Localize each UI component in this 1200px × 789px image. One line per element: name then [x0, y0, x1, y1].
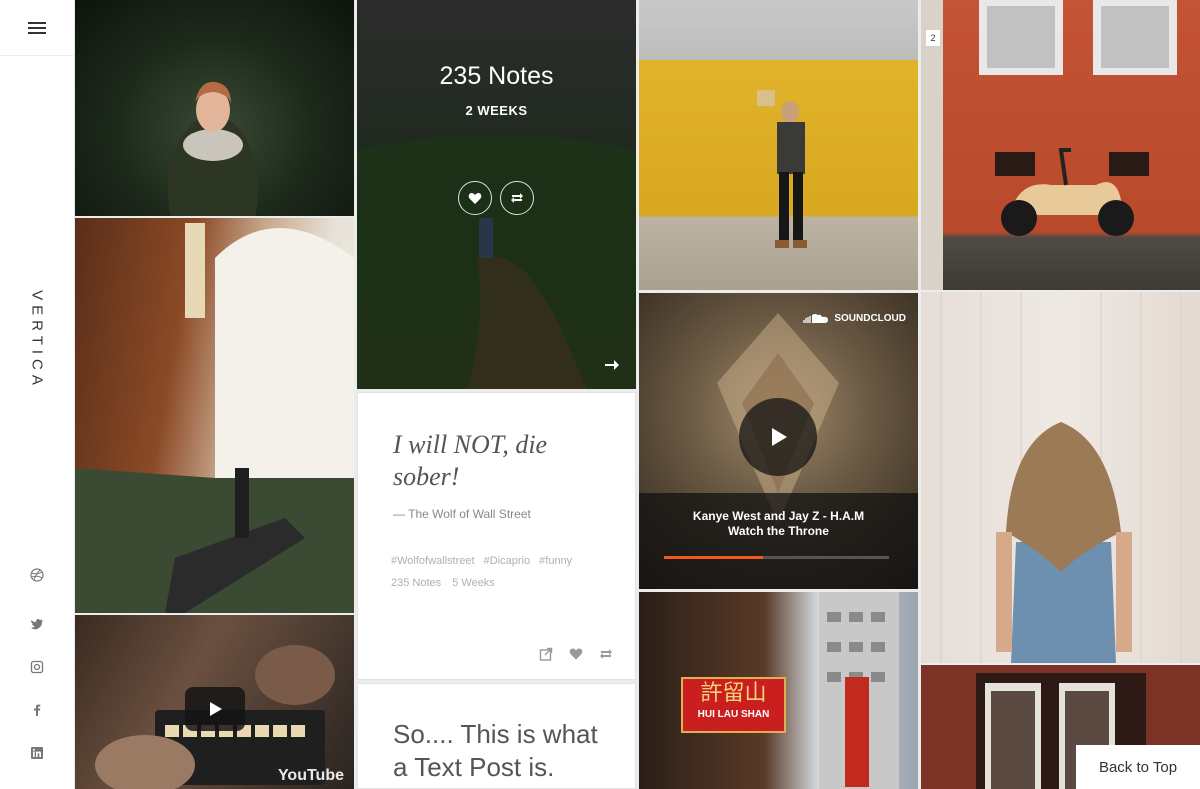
track-progress-bar[interactable]	[664, 556, 889, 559]
reblog-button[interactable]	[500, 181, 534, 215]
hall-photo	[75, 223, 354, 613]
shop-sign-english: HUI LAU SHAN	[697, 709, 770, 720]
scarf-person-photo	[940, 292, 1182, 663]
photo-tile-hall[interactable]	[75, 218, 354, 613]
shop-sign-chinese: 許留山	[700, 681, 767, 706]
soundcloud-brand: SOUNDCLOUD	[803, 313, 906, 324]
track-progress-fill	[664, 556, 763, 559]
post-actions	[539, 647, 613, 661]
shop-sign: 許留山 HUI LAU SHAN	[681, 677, 786, 733]
like-button[interactable]	[458, 181, 492, 215]
facebook-icon[interactable]	[0, 703, 74, 717]
track-name: Kanye West and Jay Z - H.A.M	[692, 509, 865, 523]
hamburger-icon	[28, 21, 46, 35]
photo-tile-portrait[interactable]	[75, 0, 354, 216]
instagram-icon[interactable]	[0, 660, 74, 674]
quote-source: — The Wolf of Wall Street	[393, 507, 531, 521]
photo-tile-scarf[interactable]	[921, 292, 1200, 663]
arrow-right-icon[interactable]	[604, 357, 620, 373]
text-post: So.... This is what a Text Post is.	[357, 683, 636, 789]
quote-text: I will NOT, die sober!	[393, 430, 548, 491]
post-age-link[interactable]: 5 Weeks	[452, 577, 495, 589]
track-title: Kanye West and Jay Z - H.A.M Watch the T…	[639, 509, 918, 539]
tag-link[interactable]: #Wolfofwallstreet	[391, 555, 475, 567]
tag-link[interactable]: #Dicaprio	[484, 555, 530, 567]
photo-tile-scooter[interactable]: 2	[921, 0, 1200, 290]
linkedin-icon[interactable]	[0, 746, 74, 760]
youtube-logo: YouTube	[277, 767, 344, 784]
site-logo[interactable]: VERTICA	[29, 290, 46, 390]
heart-icon[interactable]	[569, 647, 583, 661]
video-play-button[interactable]	[185, 687, 245, 731]
photo-tile-notes[interactable]: 235 Notes 2 WEEKS	[357, 0, 636, 389]
notes-link[interactable]: 235 Notes	[391, 577, 441, 589]
post-meta: 235 Notes 5 Weeks	[391, 577, 503, 589]
sidebar: VERTICA	[0, 0, 75, 789]
track-album: Watch the Throne	[728, 524, 829, 538]
soundcloud-play-button[interactable]	[739, 398, 817, 476]
photo-tile-yellow-wall[interactable]	[639, 0, 918, 290]
man-yellow-wall-photo	[757, 90, 807, 248]
heart-icon	[468, 192, 482, 204]
play-icon	[210, 702, 222, 716]
house-number: 2	[930, 33, 936, 43]
play-icon	[772, 428, 787, 446]
forest-trail-photo	[357, 135, 636, 389]
text-post-body: So.... This is what a Text Post is.	[393, 719, 598, 782]
twitter-icon[interactable]	[0, 617, 74, 631]
scooter-photo	[921, 0, 1177, 290]
video-tile[interactable]: YouTube	[75, 615, 354, 789]
notes-count: 235 Notes	[439, 62, 554, 90]
back-to-top-button[interactable]: Back to Top	[1076, 745, 1200, 789]
soundcloud-label: SOUNDCLOUD	[834, 313, 906, 324]
photo-tile-hong-kong[interactable]: 許留山 HUI LAU SHAN	[639, 592, 918, 789]
share-icon[interactable]	[539, 647, 553, 661]
reblog-icon	[511, 193, 523, 203]
portrait-photo	[168, 81, 258, 216]
menu-button[interactable]	[0, 0, 74, 56]
reblog-icon[interactable]	[599, 647, 613, 661]
soundcloud-icon	[803, 314, 829, 323]
tag-link[interactable]: #funny	[539, 555, 572, 567]
soundcloud-player[interactable]: SOUNDCLOUD Kanye West and Jay Z - H.A.M …	[639, 293, 918, 589]
quote-post: I will NOT, die sober! — The Wolf of Wal…	[357, 392, 636, 680]
post-tags: #Wolfofwallstreet #Dicaprio #funny	[391, 555, 578, 567]
dribbble-icon[interactable]	[0, 568, 74, 582]
notes-age: 2 WEEKS	[465, 103, 528, 118]
